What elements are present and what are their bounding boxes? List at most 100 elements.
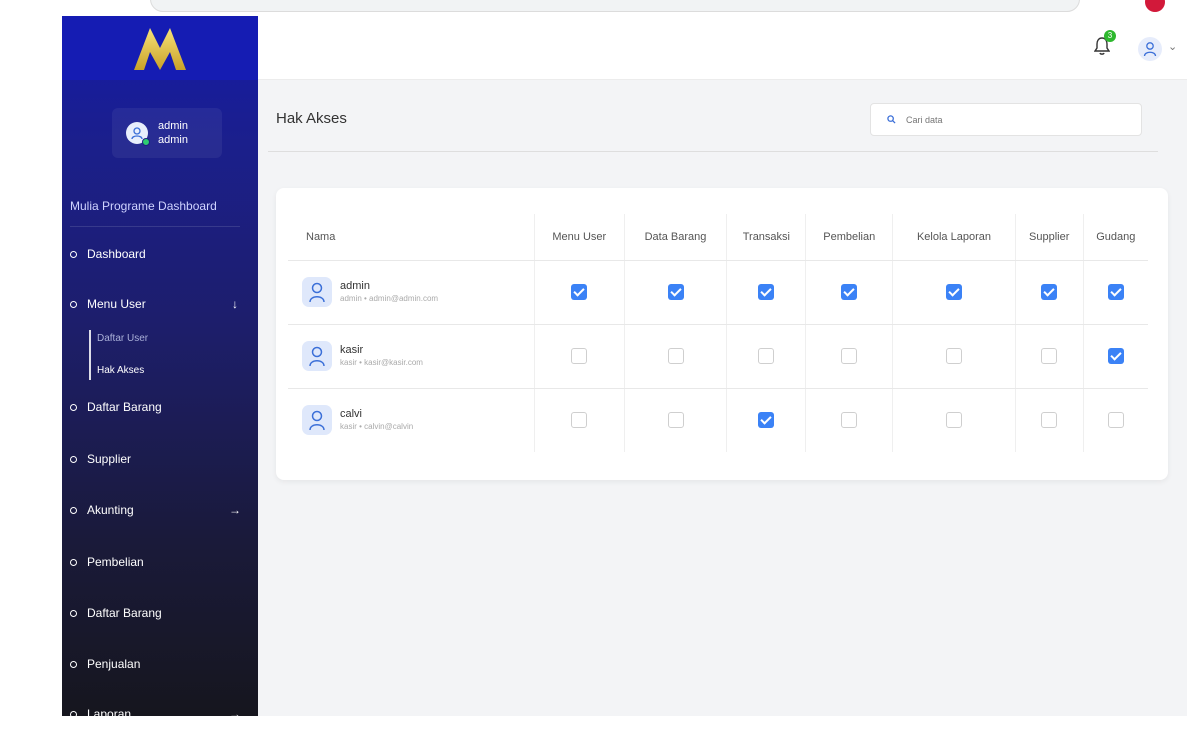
checkbox-kelola-laporan[interactable]	[945, 412, 962, 429]
profile-avatar[interactable]	[1138, 37, 1162, 61]
checkbox-supplier[interactable]	[1041, 347, 1058, 364]
logo[interactable]	[62, 16, 258, 80]
permission-cell	[892, 388, 1016, 452]
checkbox-transaksi[interactable]	[758, 412, 775, 429]
sidebar-item-akunting[interactable]: Akunting →	[70, 497, 250, 523]
search-input[interactable]	[906, 114, 1106, 125]
sidebar-user-role: admin	[158, 134, 188, 146]
checkbox-kelola-laporan[interactable]	[945, 283, 962, 300]
access-card: Nama Menu User Data Barang Transaksi Pem…	[276, 188, 1168, 480]
column-header-nama: Nama	[288, 214, 535, 261]
checkbox-data-barang[interactable]	[667, 283, 684, 300]
column-header-kelola-laporan: Kelola Laporan	[892, 214, 1016, 261]
sidebar-item-penjualan[interactable]: Penjualan	[70, 651, 250, 677]
sidebar-item-laporan[interactable]: Laporan →	[70, 701, 250, 716]
brand-label: Mulia Programe Dashboard	[70, 199, 217, 213]
column-header-menu-user: Menu User	[533, 214, 625, 261]
sidebar-item-daftar-barang[interactable]: Daftar Barang	[70, 394, 250, 420]
checkbox-gudang[interactable]	[1107, 347, 1124, 364]
sidebar-user-name: admin	[158, 120, 188, 132]
arrow-right-icon: →	[229, 503, 241, 517]
permission-cell	[623, 260, 727, 325]
sidebar-subitem-hak-akses[interactable]: Hak Akses	[97, 365, 144, 376]
permission-cell	[726, 324, 806, 389]
browser-profile-icon[interactable]	[1145, 0, 1165, 12]
checkbox-kelola-laporan[interactable]	[945, 347, 962, 364]
checkbox-pembelian[interactable]	[841, 283, 858, 300]
permission-cell	[533, 324, 625, 389]
user-cell: kasir kasir • kasir@kasir.com	[288, 324, 535, 389]
checkbox-menu-user[interactable]	[571, 283, 588, 300]
column-header-gudang: Gudang	[1082, 214, 1148, 261]
checkbox-transaksi[interactable]	[758, 283, 775, 300]
sidebar-item-label: Daftar Barang	[87, 400, 162, 414]
sidebar-item-pembelian[interactable]: Pembelian	[70, 549, 250, 575]
column-header-data-barang: Data Barang	[623, 214, 727, 261]
search-box[interactable]	[870, 103, 1142, 136]
sidebar-subitem-daftar-user[interactable]: Daftar User	[97, 333, 148, 344]
user-icon	[1143, 42, 1157, 57]
sidebar-item-menu-user[interactable]: Menu User ↓	[70, 291, 250, 317]
top-header: 3 ⌄	[258, 16, 1187, 80]
sidebar: admin admin Mulia Programe Dashboard Das…	[62, 16, 258, 716]
user-avatar	[126, 122, 150, 146]
browser-address-bar[interactable]	[150, 0, 1080, 12]
checkbox-gudang[interactable]	[1107, 283, 1124, 300]
permission-cell	[726, 388, 806, 452]
search-icon	[887, 115, 896, 124]
checkbox-transaksi[interactable]	[758, 347, 775, 364]
bullet-icon	[70, 660, 77, 668]
user-icon	[309, 282, 325, 303]
bullet-icon	[70, 609, 77, 617]
bullet-icon	[70, 455, 77, 463]
submenu-indicator	[89, 330, 91, 380]
checkbox-supplier[interactable]	[1041, 412, 1058, 429]
checkbox-supplier[interactable]	[1041, 283, 1058, 300]
bullet-icon	[70, 300, 77, 308]
checkbox-menu-user[interactable]	[571, 347, 588, 364]
user-email: kasir • calvin@calvin	[340, 421, 414, 431]
sidebar-item-supplier[interactable]: Supplier	[70, 446, 250, 472]
permission-cell	[623, 324, 727, 389]
table-header-row: Nama Menu User Data Barang Transaksi Pem…	[288, 214, 1148, 261]
checkbox-pembelian[interactable]	[841, 412, 858, 429]
user-name: calvi	[340, 407, 363, 420]
divider	[70, 226, 240, 227]
permission-cell	[1082, 260, 1148, 325]
checkbox-data-barang[interactable]	[667, 347, 684, 364]
user-name: kasir	[340, 343, 364, 356]
permission-cell	[892, 260, 1016, 325]
permission-cell	[1014, 260, 1084, 325]
user-cell: calvi kasir • calvin@calvin	[288, 388, 534, 452]
user-icon	[309, 411, 325, 431]
notification-button[interactable]: 3	[1093, 30, 1116, 60]
checkbox-menu-user[interactable]	[571, 412, 588, 429]
arrow-down-icon: ↓	[232, 297, 238, 311]
sidebar-item-dashboard[interactable]: Dashboard	[70, 241, 250, 267]
checkbox-pembelian[interactable]	[841, 347, 858, 364]
column-header-supplier: Supplier	[1014, 214, 1084, 261]
permission-cell	[533, 260, 625, 325]
sidebar-item-label: Penjualan	[87, 657, 141, 671]
permission-cell	[805, 260, 893, 325]
notification-badge: 3	[1104, 30, 1116, 42]
arrow-right-icon: →	[229, 707, 241, 716]
sidebar-item-daftar-barang-2[interactable]: Daftar Barang	[70, 600, 250, 626]
permission-cell	[726, 260, 806, 325]
bullet-icon	[70, 506, 77, 514]
checkbox-gudang[interactable]	[1107, 412, 1124, 429]
column-header-transaksi: Transaksi	[726, 214, 806, 261]
sidebar-item-label: Supplier	[87, 452, 132, 466]
browser-toolbar	[0, 0, 1187, 16]
sidebar-item-label: Menu User	[87, 297, 146, 311]
sidebar-item-label: Akunting	[87, 503, 134, 517]
sidebar-user-card[interactable]: admin admin	[112, 108, 222, 158]
divider	[268, 151, 1158, 152]
bullet-icon	[70, 558, 77, 566]
user-avatar	[302, 277, 332, 307]
checkbox-data-barang[interactable]	[667, 412, 684, 429]
table-row: kasir kasir • kasir@kasir.com	[288, 324, 1148, 389]
main-content: Hak Akses Nama Menu User Data Barang Tra…	[258, 80, 1187, 716]
chevron-down-icon[interactable]: ⌄	[1168, 40, 1177, 53]
logo-icon	[134, 28, 186, 70]
